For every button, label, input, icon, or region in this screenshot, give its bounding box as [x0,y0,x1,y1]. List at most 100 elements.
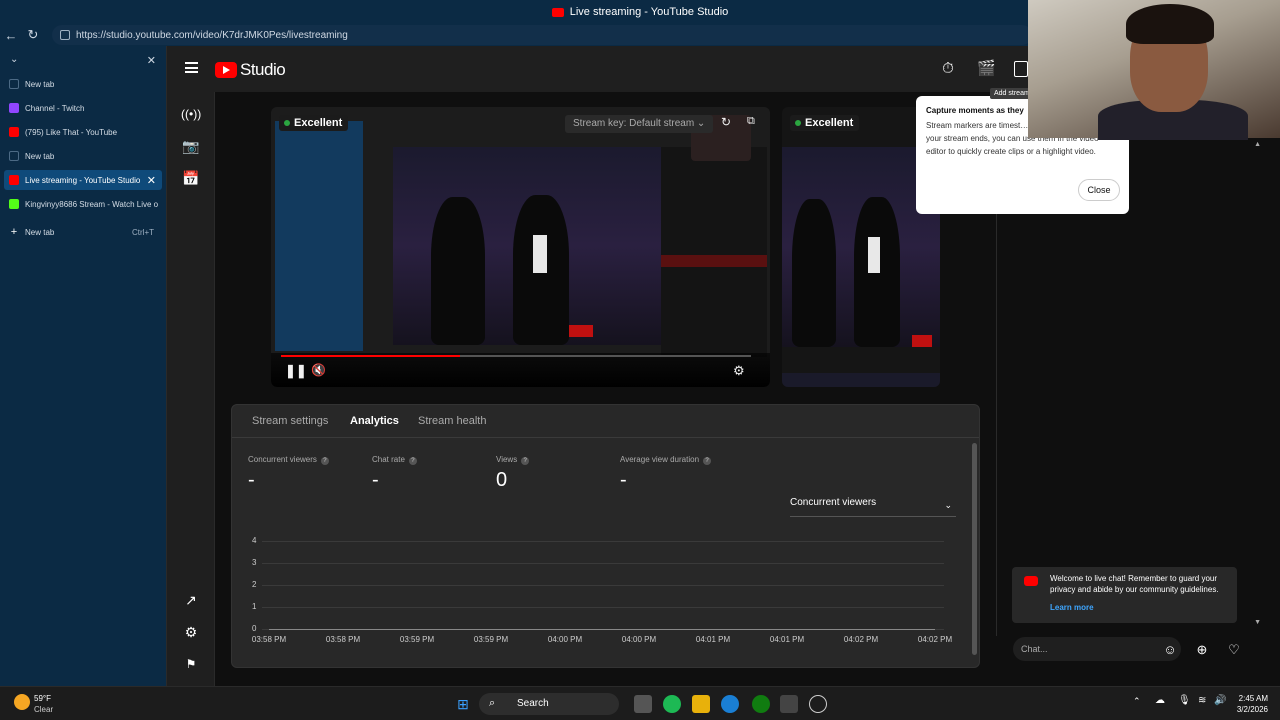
clapperboard-icon[interactable]: 🎬 [977,60,996,78]
chat-input[interactable]: Chat... [1013,637,1181,661]
blank-favicon-icon [9,151,19,161]
secondary-taskbar-strip [782,373,940,387]
cloud-icon[interactable]: ☁ [1155,695,1165,706]
youtube-favicon-icon [9,127,19,137]
file-explorer-icon[interactable] [692,695,710,713]
help-icon[interactable]: ? [703,457,712,465]
chevron-up-icon[interactable]: ⌃ [1133,696,1141,707]
chart-series-segment [269,629,343,630]
help-icon[interactable]: ? [408,457,417,465]
chart-series-segment [565,629,639,630]
calendar-icon[interactable]: 📅 [181,168,201,188]
youtube-logo-icon [1024,576,1038,586]
welcome-text: Welcome to live chat! Remember to guard … [1050,574,1219,594]
player-controls: ❚❚ 🔇 ⚙ [271,353,770,387]
tab-analytics[interactable]: Analytics [350,415,399,427]
obs-icon[interactable] [809,695,827,713]
site-info-icon[interactable] [60,30,70,40]
browser-tab[interactable]: Kingvinyy8686 Stream - Watch Live o [4,194,162,214]
performer-left [431,197,485,345]
open-external-icon[interactable]: ↗ [181,590,201,610]
task-view-icon[interactable] [634,695,652,713]
panel-scrollbar[interactable] [972,443,977,655]
chart-series-segment [787,629,861,630]
heart-icon[interactable]: ♡ [1225,641,1243,659]
emoji-icon[interactable]: ☺ [1161,641,1179,659]
player-settings-icon[interactable]: ⚙ [733,363,745,379]
new-tab-shortcut: Ctrl+T [132,227,154,237]
copy-icon[interactable]: ⧉ [747,115,755,128]
plus-icon: + [10,226,18,238]
reload-icon[interactable]: ↻ [22,27,44,43]
chevron-down-icon: ⌄ [944,500,952,510]
add-stream-marker-icon[interactable] [1014,61,1028,77]
close-tab-icon[interactable]: ✕ [147,174,156,187]
clock-date[interactable]: 3/2/2026 [1226,705,1268,714]
wifi-icon[interactable]: ≋ [1198,695,1206,706]
stream-key-select[interactable]: Stream key: Default stream ⌄ [565,115,714,133]
browser-tab[interactable]: (795) Like That - YouTube [4,122,162,142]
tab-stream-settings[interactable]: Stream settings [252,415,328,427]
chart-y-tick: 1 [252,602,257,611]
mute-icon[interactable]: 🔇 [311,363,326,377]
tabs-divider [232,437,979,438]
store-icon[interactable] [780,695,798,713]
chart-x-tick: 03:59 PM [473,635,509,644]
os-taskbar: 59°F Clear ⊞ ⌕ Search ⌃ ☁ 🎙 ≋ 🔊 2:45 AM … [0,686,1280,720]
new-tab-label: New tab [25,227,55,237]
browser-tab[interactable]: Channel - Twitch [4,98,162,118]
browser-tab[interactable]: New tab [4,146,162,166]
refresh-icon[interactable]: ↻ [721,115,731,129]
feedback-icon[interactable]: ⚑ [181,654,201,674]
chevron-down-icon[interactable]: ⌄ [10,54,18,65]
weather-icon[interactable] [14,694,30,710]
new-tab-button[interactable]: + New tab Ctrl+T [4,222,162,242]
chat-welcome-message: Welcome to live chat! Remember to guard … [1012,567,1237,623]
tab-label: (795) Like That - YouTube [25,127,118,137]
chart-x-tick: 03:58 PM [251,635,287,644]
metric-dropdown[interactable]: Concurrent viewers ⌄ [790,497,956,517]
scroll-up-icon[interactable]: ▲ [1254,141,1261,148]
stream-quality-badge: Excellent [279,115,349,131]
kick-favicon-icon [9,199,19,209]
scroll-down-icon[interactable]: ▼ [1254,619,1261,626]
url-field[interactable]: https://studio.youtube.com/video/K7drJMK… [52,25,1032,45]
volume-icon[interactable]: 🔊 [1214,695,1226,706]
studio-logo[interactable]: Studio [215,60,286,80]
windows-start-icon[interactable]: ⊞ [454,695,472,713]
help-icon[interactable]: ? [521,457,530,465]
tab-stream-health[interactable]: Stream health [418,415,486,427]
metric-concurrent-viewers: Concurrent viewers? - [248,455,329,492]
chart-y-tick: 2 [252,580,257,589]
chart-gridline [262,607,944,608]
back-icon[interactable]: ← [0,28,22,43]
chart-x-tick: 04:01 PM [769,635,805,644]
browser-tab[interactable]: New tab [4,74,162,94]
pause-icon[interactable]: ❚❚ [285,363,307,379]
learn-more-link[interactable]: Learn more [1050,602,1229,613]
microphone-icon[interactable]: 🎙 [1178,695,1191,706]
live-broadcast-icon[interactable]: ((•)) [181,104,201,124]
add-icon[interactable]: ⊕ [1193,641,1211,659]
menu-icon[interactable] [185,62,198,73]
edge-icon[interactable] [721,695,739,713]
xbox-icon[interactable] [752,695,770,713]
browser-tab[interactable]: Live streaming - YouTube Studio ✕ [4,170,162,190]
chart-series-segment [417,629,491,630]
camera-icon[interactable]: 📷 [181,136,201,156]
stopwatch-icon[interactable]: ⏱ [939,60,957,78]
taskbar-search[interactable]: ⌕ Search [479,693,619,715]
unpin-sidebar-icon[interactable]: ✕ [147,54,156,67]
chart-series-segment [639,629,713,630]
stream-preview-main[interactable]: Excellent Stream key: Default stream ⌄ ↻… [271,107,770,387]
chart-series-segment [713,629,787,630]
spotify-icon[interactable] [663,695,681,713]
help-icon[interactable]: ? [320,457,329,465]
metric-views: Views? 0 [496,455,530,492]
clock-time[interactable]: 2:45 AM [1230,694,1268,703]
settings-icon[interactable]: ⚙ [181,622,201,642]
metric-average-view-duration: Average view duration? - [620,455,712,492]
chart-x-tick: 04:00 PM [621,635,657,644]
popover-close-button[interactable]: Close [1078,179,1120,201]
youtube-favicon-icon [9,175,19,185]
